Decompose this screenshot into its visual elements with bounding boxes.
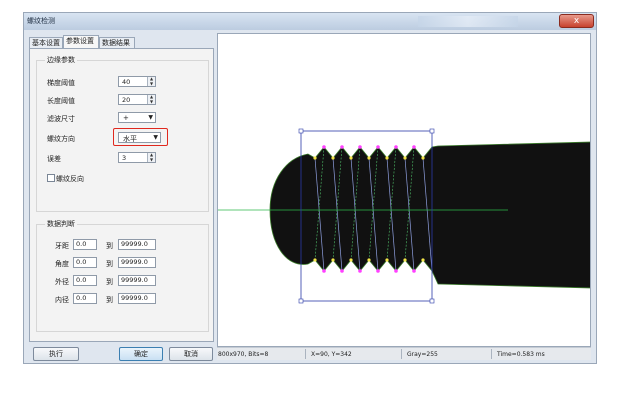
spin-arrows-icon[interactable]: ▲ ▼ bbox=[147, 152, 155, 162]
parameter-settings-page: 边缘参数 梯度阈值 40 ▲ ▼ 长度阈值 20 ▲ ▼ 滤波尺寸 + ▼ 螺纹方向 bbox=[29, 48, 214, 342]
angle-max-input[interactable]: 99999.0 bbox=[118, 257, 156, 268]
angle-min-input[interactable]: 0.0 bbox=[73, 257, 97, 268]
range-to-label: 到 bbox=[106, 296, 113, 304]
range-to-label: 到 bbox=[106, 260, 113, 268]
status-separator bbox=[305, 349, 306, 359]
cancel-button[interactable]: 取消 bbox=[169, 347, 213, 361]
reverse-thread-checkbox[interactable] bbox=[47, 174, 55, 182]
settings-pane: 基本设置 参数设置 数据结果 边缘参数 梯度阈值 40 ▲ ▼ 长度阈值 20 ▲… bbox=[26, 33, 216, 342]
error-label: 误差 bbox=[47, 155, 61, 163]
filter-size-label: 滤波尺寸 bbox=[47, 115, 75, 123]
status-gray: Gray=255 bbox=[407, 351, 438, 358]
thread-direction-select[interactable]: 水平 ▼ bbox=[118, 132, 161, 143]
gradient-threshold-label: 梯度阈值 bbox=[47, 79, 75, 87]
status-time: Time=0.583 ms bbox=[497, 351, 545, 358]
inner-diameter-min-input[interactable]: 0.0 bbox=[73, 293, 97, 304]
spin-arrows-icon[interactable]: ▲ ▼ bbox=[147, 76, 155, 86]
outer-diameter-min-input[interactable]: 0.0 bbox=[73, 275, 97, 286]
thread-direction-label: 螺纹方向 bbox=[47, 135, 75, 143]
spin-arrows-icon[interactable]: ▲ ▼ bbox=[147, 94, 155, 104]
contour-params-group: 边缘参数 梯度阈值 40 ▲ ▼ 长度阈值 20 ▲ ▼ 滤波尺寸 + ▼ 螺纹方向 bbox=[36, 55, 209, 212]
thread-image-canvas bbox=[218, 128, 590, 304]
execute-button[interactable]: 执行 bbox=[33, 347, 79, 361]
title-bar[interactable]: 螺纹检测 x bbox=[24, 13, 596, 30]
chevron-down-icon: ▼ bbox=[148, 114, 153, 121]
outer-diameter-label: 外径 bbox=[55, 278, 69, 286]
range-to-label: 到 bbox=[106, 242, 113, 250]
ok-button[interactable]: 确定 bbox=[119, 347, 163, 361]
status-image-info: 800x970, Bits=8 bbox=[218, 351, 269, 358]
status-position: X=90, Y=342 bbox=[311, 351, 352, 358]
status-separator bbox=[491, 349, 492, 359]
error-input[interactable]: 3 ▲ ▼ bbox=[118, 152, 156, 163]
pitch-min-input[interactable]: 0.0 bbox=[73, 239, 97, 250]
length-threshold-input[interactable]: 20 ▲ ▼ bbox=[118, 94, 156, 105]
angle-label: 角度 bbox=[55, 260, 69, 268]
image-viewer[interactable] bbox=[217, 33, 591, 347]
status-bar: 800x970, Bits=8 X=90, Y=342 Gray=255 Tim… bbox=[217, 347, 591, 360]
inner-diameter-max-input[interactable]: 99999.0 bbox=[118, 293, 156, 304]
chevron-down-icon: ▼ bbox=[153, 134, 158, 141]
pitch-label: 牙距 bbox=[55, 242, 69, 250]
reverse-thread-label: 螺纹反向 bbox=[56, 175, 84, 183]
close-button[interactable]: x bbox=[559, 14, 594, 28]
outer-diameter-max-input[interactable]: 99999.0 bbox=[118, 275, 156, 286]
title-bar-glass bbox=[418, 16, 518, 27]
pitch-max-input[interactable]: 99999.0 bbox=[118, 239, 156, 250]
data-judge-title: 数据判断 bbox=[45, 219, 77, 229]
screw-silhouette bbox=[269, 141, 590, 289]
inner-diameter-label: 内径 bbox=[55, 296, 69, 304]
gradient-threshold-input[interactable]: 40 ▲ ▼ bbox=[118, 76, 156, 87]
range-to-label: 到 bbox=[106, 278, 113, 286]
length-threshold-label: 长度阈值 bbox=[47, 97, 75, 105]
window-title: 螺纹检测 bbox=[27, 17, 55, 25]
contour-params-title: 边缘参数 bbox=[45, 55, 77, 65]
status-separator bbox=[401, 349, 402, 359]
filter-size-select[interactable]: + ▼ bbox=[118, 112, 156, 123]
data-judge-group: 数据判断 牙距 0.0 到 99999.0 角度 0.0 到 99999.0 外… bbox=[36, 219, 209, 332]
tab-parameter-settings[interactable]: 参数设置 bbox=[63, 35, 99, 49]
